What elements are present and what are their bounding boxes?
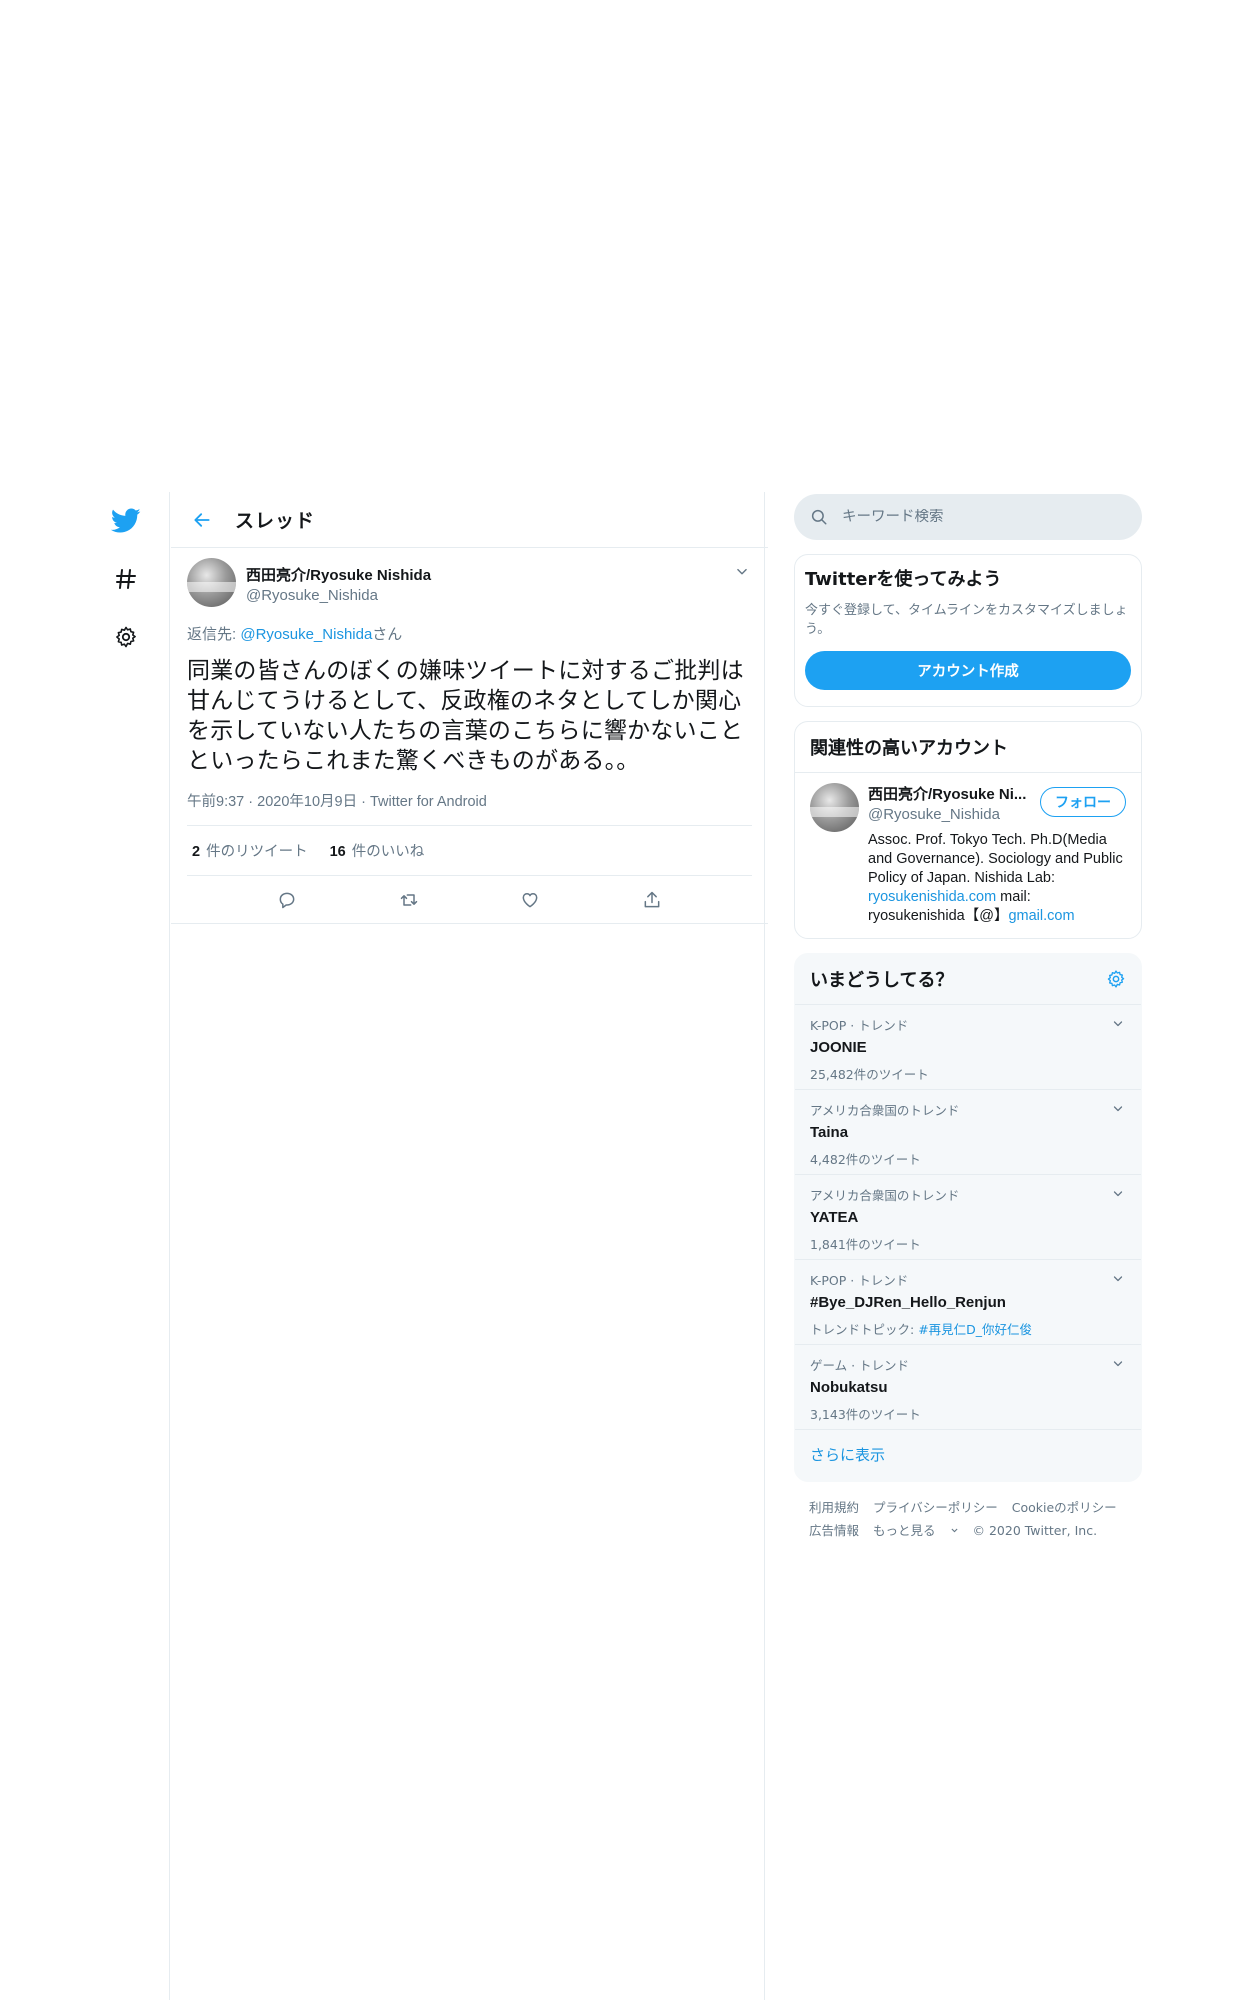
chevron-down-icon[interactable]: [1109, 1270, 1127, 1288]
avatar[interactable]: [810, 783, 859, 832]
share-icon[interactable]: [640, 888, 664, 912]
trend-count: トレンドトピック: #再見仁D_你好仁俊: [810, 1319, 1126, 1338]
trend-context: K-POP · トレンド: [810, 1018, 909, 1033]
left-nav: [110, 505, 146, 679]
show-more-link[interactable]: さらに表示: [795, 1430, 1141, 1481]
reply-to: 返信先: @Ryosuke_Nishidaさん: [187, 623, 752, 644]
related-title: 関連性の高いアカウント: [795, 722, 1141, 773]
related-user-handle[interactable]: @Ryosuke_Nishida: [868, 806, 1026, 823]
trend-count: 25,482件のツイート: [810, 1067, 929, 1082]
trend-topic-prefix: トレンドトピック:: [810, 1322, 919, 1337]
chevron-down-icon[interactable]: [732, 562, 752, 582]
thread-header: スレッド: [171, 492, 768, 548]
main-column: スレッド 西田亮介/Ryosuke Nishida @Ryosuke_Nishi…: [171, 492, 768, 924]
tweet-time[interactable]: 午前9:37: [187, 794, 244, 810]
gear-icon[interactable]: [110, 621, 142, 653]
trend-name: Nobukatsu: [810, 1379, 888, 1396]
trend-item[interactable]: アメリカ合衆国のトレンド Taina 4,482件のツイート: [795, 1090, 1141, 1175]
footer-ads-link[interactable]: 広告情報: [809, 1523, 859, 1538]
tweet-text: 同業の皆さんのぼくの嫌味ツイートに対するご批判は甘んじてうけるとして、反政権のネ…: [187, 658, 744, 774]
tweet-stats: 2 件のリツイート 16 件のいいね: [187, 826, 752, 876]
tweet-meta: 午前9:37 · 2020年10月9日 · Twitter for Androi…: [187, 790, 752, 826]
trend-topic-link[interactable]: #再見仁D_你好仁俊: [918, 1322, 1032, 1337]
chevron-down-icon[interactable]: [1109, 1100, 1127, 1118]
bio-text: Assoc. Prof. Tokyo Tech. Ph.D(Media and …: [868, 832, 1123, 886]
like-icon[interactable]: [518, 888, 542, 912]
trend-name: Taina: [810, 1124, 849, 1141]
trends-title: いまどうしてる？: [810, 970, 954, 991]
like-count: 16: [329, 844, 346, 860]
footer-more-link[interactable]: もっと見る: [873, 1523, 959, 1538]
trend-item[interactable]: K-POP · トレンド #Bye_DJRen_Hello_Renjun トレン…: [795, 1260, 1141, 1345]
trend-name: JOONIE: [810, 1039, 867, 1056]
gear-icon[interactable]: [1106, 969, 1126, 989]
signup-subtitle: 今すぐ登録して、タイムラインをカスタマイズしましょう。: [805, 603, 1128, 637]
back-arrow-icon[interactable]: [189, 507, 215, 533]
tweet-date[interactable]: 2020年10月9日: [257, 794, 357, 810]
trends-header: いまどうしてる？: [795, 954, 1141, 1005]
like-stat[interactable]: 16 件のいいね: [330, 840, 425, 861]
related-accounts-card: 関連性の高いアカウント 西田亮介/Ryosuke Ni... @Ryosuke_…: [794, 721, 1142, 939]
tweet-handle[interactable]: @Ryosuke_Nishida: [246, 587, 431, 604]
chevron-down-icon[interactable]: [1109, 1185, 1127, 1203]
footer-cookies-link[interactable]: Cookieのポリシー: [1012, 1500, 1117, 1515]
trend-context: アメリカ合衆国のトレンド: [810, 1103, 960, 1118]
follow-button[interactable]: フォロー: [1040, 787, 1126, 817]
like-label: 件のいいね: [351, 844, 425, 860]
tweet-source[interactable]: Twitter for Android: [370, 794, 487, 810]
reply-suffix: さん: [372, 626, 403, 643]
related-user-bio: Assoc. Prof. Tokyo Tech. Ph.D(Media and …: [868, 831, 1126, 926]
reply-prefix: 返信先:: [187, 626, 241, 643]
chevron-down-icon[interactable]: [1109, 1355, 1127, 1373]
footer-copyright: © 2020 Twitter, Inc.: [972, 1523, 1098, 1538]
retweet-count: 2: [192, 844, 201, 860]
reply-icon[interactable]: [275, 888, 299, 912]
tweet-display-name[interactable]: 西田亮介/Ryosuke Nishida: [246, 564, 431, 585]
right-sidebar: Twitterを使ってみよう 今すぐ登録して、タイムラインをカスタマイズしましょ…: [794, 494, 1142, 1542]
retweet-icon[interactable]: [397, 888, 421, 912]
search-box: [794, 494, 1142, 540]
related-user-name[interactable]: 西田亮介/Ryosuke Ni...: [868, 783, 1026, 804]
chevron-down-icon[interactable]: [1109, 1015, 1127, 1033]
hashtag-icon[interactable]: [110, 563, 142, 595]
trend-context: K-POP · トレンド: [810, 1273, 909, 1288]
chevron-down-icon: [950, 1528, 958, 1533]
trend-name: YATEA: [810, 1209, 859, 1226]
trends-card: いまどうしてる？ K-POP · トレンド JOONIE 25,482件のツイー…: [794, 953, 1142, 1482]
retweet-label: 件のリツイート: [206, 844, 308, 860]
trend-context: ゲーム · トレンド: [810, 1358, 910, 1373]
trend-item[interactable]: K-POP · トレンド JOONIE 25,482件のツイート: [795, 1005, 1141, 1090]
search-input[interactable]: [842, 509, 1112, 525]
footer-privacy-link[interactable]: プライバシーポリシー: [873, 1500, 998, 1515]
trend-name: #Bye_DJRen_Hello_Renjun: [810, 1294, 1006, 1311]
trend-item[interactable]: ゲーム · トレンド Nobukatsu 3,143件のツイート: [795, 1345, 1141, 1430]
related-user[interactable]: 西田亮介/Ryosuke Ni... @Ryosuke_Nishida フォロー…: [795, 773, 1141, 938]
page-title: スレッド: [235, 510, 316, 532]
trend-count: 1,841件のツイート: [810, 1237, 921, 1252]
bio-link-2[interactable]: gmail.com: [1008, 908, 1074, 924]
footer: 利用規約 プライバシーポリシー Cookieのポリシー 広告情報 もっと見る ©…: [794, 1496, 1142, 1542]
tweet: 西田亮介/Ryosuke Nishida @Ryosuke_Nishida 返信…: [171, 548, 768, 924]
signup-card: Twitterを使ってみよう 今すぐ登録して、タイムラインをカスタマイズしましょ…: [794, 554, 1142, 707]
twitter-logo-icon[interactable]: [110, 505, 142, 537]
trend-context: アメリカ合衆国のトレンド: [810, 1188, 960, 1203]
trend-count: 3,143件のツイート: [810, 1407, 921, 1422]
bio-link[interactable]: ryosukenishida.com: [868, 889, 996, 905]
reply-handle-link[interactable]: @Ryosuke_Nishida: [240, 626, 372, 643]
footer-terms-link[interactable]: 利用規約: [809, 1500, 859, 1515]
footer-more-label: もっと見る: [873, 1523, 936, 1538]
trend-item[interactable]: アメリカ合衆国のトレンド YATEA 1,841件のツイート: [795, 1175, 1141, 1260]
avatar[interactable]: [187, 558, 236, 607]
retweet-stat[interactable]: 2 件のリツイート: [192, 840, 308, 861]
tweet-actions: [171, 876, 768, 924]
trend-count: 4,482件のツイート: [810, 1152, 921, 1167]
signup-title: Twitterを使ってみよう: [805, 569, 1002, 590]
create-account-button[interactable]: アカウント作成: [805, 651, 1131, 690]
search-icon: [811, 509, 827, 525]
